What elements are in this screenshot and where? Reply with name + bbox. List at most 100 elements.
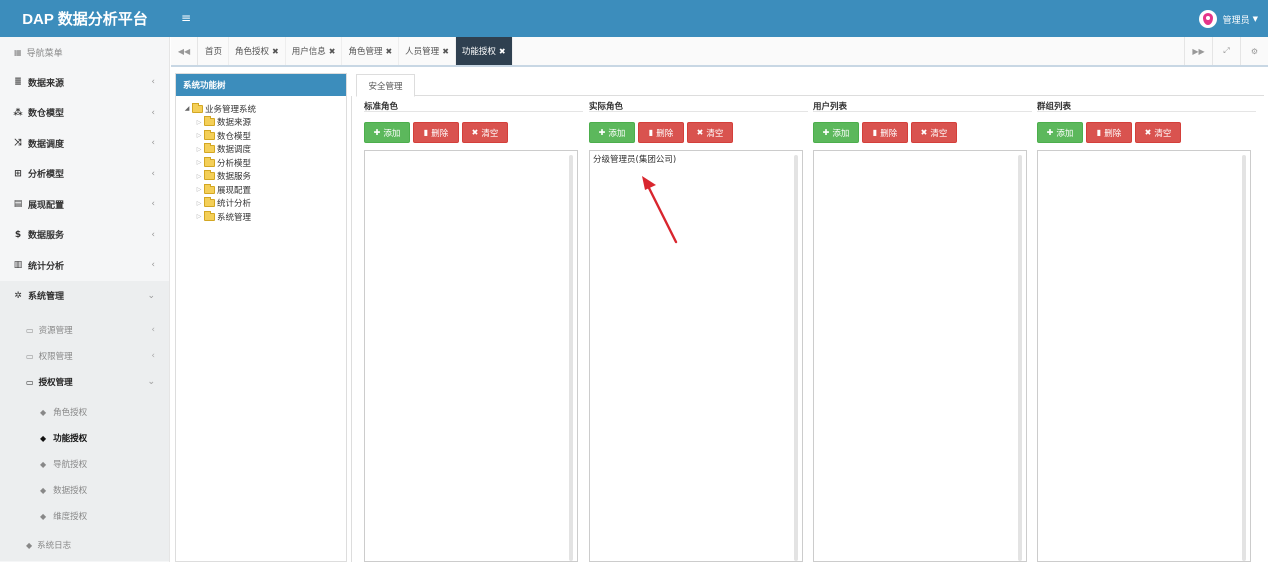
clear-button[interactable]: ✖ 清空 xyxy=(1135,122,1181,143)
sidebar-sub-label: 资源管理 xyxy=(38,326,73,336)
tree-node-label: 数据调度 xyxy=(217,145,252,156)
sidebar-leaf-data-auth[interactable]: ◆ 数据授权 xyxy=(0,477,169,503)
button-group: ✚ 添加 ▮ 删除 ✖ 清空 xyxy=(813,122,960,143)
user-list[interactable] xyxy=(813,150,1027,562)
chevron-left-icon: ‹ xyxy=(151,199,155,210)
tree-node[interactable]: ▷ 数据服务 xyxy=(194,170,346,184)
sidebar-sub-authorization[interactable]: ▭ 授权管理 ⌄ xyxy=(0,369,169,395)
close-icon[interactable]: ✖ xyxy=(329,47,336,56)
tab-label: 功能授权 xyxy=(461,47,496,57)
delete-button[interactable]: ▮ 删除 xyxy=(638,122,684,143)
tree-expanded-icon[interactable]: ◢ xyxy=(182,105,192,112)
add-button[interactable]: ✚ 添加 xyxy=(364,122,410,143)
sidebar-leaf-function-auth[interactable]: ◆ 功能授权 xyxy=(0,425,169,451)
tree-collapsed-icon[interactable]: ▷ xyxy=(194,146,204,153)
clear-button[interactable]: ✖ 清空 xyxy=(462,122,508,143)
location-pin-icon xyxy=(1202,13,1213,25)
tree-collapsed-icon[interactable]: ▷ xyxy=(194,173,204,180)
button-label: 添加 xyxy=(832,128,850,139)
add-button[interactable]: ✚ 添加 xyxy=(813,122,859,143)
plus-icon: ✚ xyxy=(373,128,381,137)
tree-node[interactable]: ▷ 数据调度 xyxy=(194,143,346,157)
tab-user-info[interactable]: 用户信息 ✖ xyxy=(286,37,343,65)
tree-collapsed-icon[interactable]: ▷ xyxy=(194,213,204,220)
add-button[interactable]: ✚ 添加 xyxy=(589,122,635,143)
menu-toggle-icon[interactable]: ≡ xyxy=(178,10,194,26)
delete-button[interactable]: ▮ 删除 xyxy=(413,122,459,143)
list-item[interactable]: 分级管理员(集团公司) xyxy=(593,153,676,165)
tab-security-management[interactable]: 安全管理 xyxy=(356,74,415,97)
sidebar-leaf-dimension-auth[interactable]: ◆ 维度授权 xyxy=(0,503,169,529)
sidebar-item-display-config[interactable]: ▤ 展现配置 ‹ xyxy=(0,189,169,220)
close-icon[interactable]: ✖ xyxy=(442,47,449,56)
tree-root[interactable]: ◢ 业务管理系统 xyxy=(182,102,346,116)
close-icon[interactable]: ✖ xyxy=(385,47,392,56)
add-button[interactable]: ✚ 添加 xyxy=(1037,122,1083,143)
sidebar-leaf-nav-auth[interactable]: ◆ 导航授权 xyxy=(0,451,169,477)
sidebar-item-warehouse-model[interactable]: ⁂ 数仓模型 ‹ xyxy=(0,98,169,129)
top-header: DAP 数据分析平台 ≡ 管理员 ▼ xyxy=(0,0,1268,37)
tree-node[interactable]: ▷ 数仓模型 xyxy=(194,129,346,143)
close-icon: ✖ xyxy=(471,128,479,137)
tab-role-auth[interactable]: 角色授权 ✖ xyxy=(229,37,286,65)
tree-collapsed-icon[interactable]: ▷ xyxy=(194,159,204,166)
button-group: ✚ 添加 ▮ 删除 ✖ 清空 xyxy=(1037,122,1184,143)
tree-collapsed-icon[interactable]: ▷ xyxy=(194,119,204,126)
settings-icon[interactable]: ⚙ xyxy=(1240,37,1268,65)
scrollbar[interactable] xyxy=(794,155,798,561)
tab-function-auth[interactable]: 功能授权 ✖ xyxy=(455,37,513,65)
delete-button[interactable]: ▮ 删除 xyxy=(1086,122,1132,143)
sidebar-item-label: 数仓模型 xyxy=(28,109,65,120)
tabs-scroll-right-icon[interactable]: ▶▶ xyxy=(1184,37,1212,65)
folder-icon xyxy=(204,156,215,167)
scrollbar[interactable] xyxy=(569,155,573,561)
annotation-arrow-icon xyxy=(642,176,678,244)
clear-button[interactable]: ✖ 清空 xyxy=(911,122,957,143)
close-icon: ✖ xyxy=(1144,128,1152,137)
tab-home[interactable]: 首页 xyxy=(199,37,230,65)
scrollbar[interactable] xyxy=(1242,155,1246,561)
sidebar-item-data-service[interactable]: $ 数据服务 ‹ xyxy=(0,220,169,251)
sidebar-item-scheduling[interactable]: ⤨ 数据调度 ‹ xyxy=(0,128,169,159)
button-label: 删除 xyxy=(656,128,674,139)
button-label: 添加 xyxy=(383,128,401,139)
tab-label: 用户信息 xyxy=(291,47,326,57)
close-icon[interactable]: ✖ xyxy=(499,47,506,56)
sidebar-sub-permission[interactable]: ▭ 权限管理 ‹ xyxy=(0,343,169,369)
standard-role-list[interactable] xyxy=(364,150,578,562)
tree-node[interactable]: ▷ 数据来源 xyxy=(194,116,346,130)
group-list-column: 群组列表 ✚ 添加 ▮ 删除 ✖ 清空 xyxy=(1037,96,1256,562)
tree-collapsed-icon[interactable]: ▷ xyxy=(194,186,204,193)
close-icon[interactable]: ✖ xyxy=(272,47,279,56)
sidebar-item-analysis-model[interactable]: ⊞ 分析模型 ‹ xyxy=(0,159,169,190)
delete-button[interactable]: ▮ 删除 xyxy=(862,122,908,143)
tree-node-label: 分析模型 xyxy=(217,158,252,169)
tab-list: 首页 角色授权 ✖ 用户信息 ✖ 角色管理 ✖ 人员管理 ✖ 功能授权 ✖ xyxy=(199,37,513,65)
folder-icon: ▭ xyxy=(26,325,34,335)
cubes-icon: ⁂ xyxy=(13,107,23,118)
scrollbar[interactable] xyxy=(1018,155,1022,561)
sidebar-item-system-log[interactable]: ◆ 系统日志 xyxy=(0,529,169,561)
clear-button[interactable]: ✖ 清空 xyxy=(687,122,733,143)
button-label: 清空 xyxy=(481,128,499,139)
tree-node[interactable]: ▷ 统计分析 xyxy=(194,197,346,211)
sidebar-item-datasource[interactable]: ≣ 数据来源 ‹ xyxy=(0,67,169,98)
tree-collapsed-icon[interactable]: ▷ xyxy=(194,200,204,207)
actual-role-list[interactable]: 分级管理员(集团公司) xyxy=(589,150,803,562)
tab-role-management[interactable]: 角色管理 ✖ xyxy=(342,37,400,65)
sidebar-sub-resource[interactable]: ▭ 资源管理 ‹ xyxy=(0,317,169,343)
user-menu[interactable]: 管理员 ▼ xyxy=(1198,9,1258,29)
sidebar-item-statistics[interactable]: ▥ 统计分析 ‹ xyxy=(0,250,169,281)
tree-node[interactable]: ▷ 展现配置 xyxy=(194,183,346,197)
tab-staff-management[interactable]: 人员管理 ✖ xyxy=(399,37,456,65)
tree-collapsed-icon[interactable]: ▷ xyxy=(194,132,204,139)
tabs-scroll-left-icon[interactable]: ◀◀ xyxy=(171,37,198,65)
tree-node[interactable]: ▷ 分析模型 xyxy=(194,156,346,170)
sidebar-leaf-role-auth[interactable]: ◆ 角色授权 xyxy=(0,399,169,425)
group-list[interactable] xyxy=(1037,150,1251,562)
avatar xyxy=(1198,10,1217,28)
sidebar-item-system-management[interactable]: ✲ 系统管理 ⌄ xyxy=(0,280,169,311)
tree-node[interactable]: ▷ 系统管理 xyxy=(194,210,346,224)
fullscreen-icon[interactable]: ⤢ xyxy=(1212,37,1240,65)
tree-node-label: 系统管理 xyxy=(217,212,252,223)
